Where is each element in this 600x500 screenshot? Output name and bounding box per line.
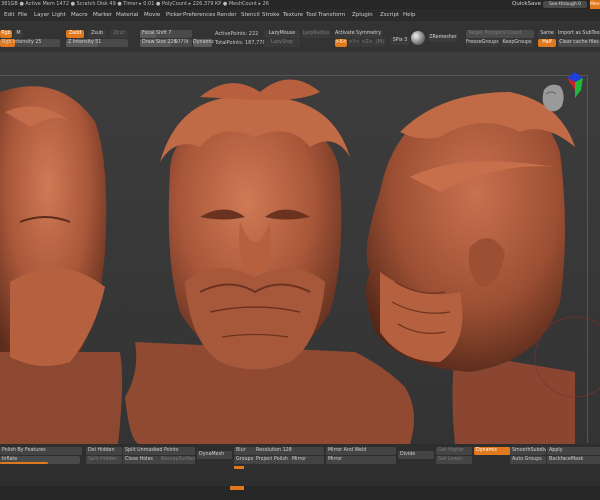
zadd-button[interactable]: Zadd [66, 30, 84, 38]
symmetry-x-button[interactable]: >X< [335, 39, 347, 47]
menu-macro[interactable]: Macro [71, 12, 88, 18]
get-higher-button[interactable]: Get Higher [436, 447, 472, 455]
clear-cache-button[interactable]: Clear cache files [558, 39, 600, 47]
menu-material[interactable]: Material [116, 12, 138, 18]
menu-tool[interactable]: Tool [306, 12, 317, 18]
lazystep-slider[interactable]: LazyStep [264, 39, 300, 47]
menu-edit[interactable]: Edit [4, 12, 15, 18]
split-hidden-button[interactable]: Split Hidden [86, 456, 122, 464]
keep-groups-button[interactable]: KeepGroups [501, 39, 533, 47]
split-unmasked-button[interactable]: Split Unmasked Points [123, 447, 195, 455]
spix-slider[interactable]: SPix 3 [390, 37, 410, 45]
menu-file[interactable]: File [18, 12, 27, 18]
backface-mask-button[interactable]: BackfaceMask [547, 456, 600, 464]
mirror-button[interactable]: Mirror [326, 456, 396, 464]
quicksave-button[interactable]: QuickSave [512, 1, 541, 7]
z-intensity-slider[interactable]: Z Intensity 51 [66, 39, 128, 47]
axis-gizmo-icon[interactable] [566, 72, 584, 100]
menus-button[interactable]: Menus [590, 0, 600, 9]
inflate-slider[interactable]: Inflate [0, 456, 80, 464]
project-button[interactable]: Project [254, 456, 272, 464]
symmetry-y-button[interactable]: >Y< [348, 39, 360, 47]
target-polygons-slider[interactable]: Target Polygons Count [466, 30, 534, 38]
resnap-surface-button[interactable]: ResnapSurface [159, 456, 195, 464]
lazymouse-button[interactable]: LazyMouse [264, 30, 300, 38]
active-points: ActivePoints: 222 [215, 31, 259, 37]
symmetry-m-button[interactable]: (M) [374, 39, 386, 47]
del-hidden-button[interactable]: Del Hidden [86, 447, 122, 455]
menu-preferences[interactable]: Preferences [183, 12, 215, 18]
menu-help[interactable]: Help [403, 12, 416, 18]
menu-zplugin[interactable]: Zplugin [352, 12, 373, 18]
auto-groups-button[interactable]: Auto Groups [510, 456, 546, 464]
groups-button[interactable]: Groups [234, 456, 254, 464]
material-sphere-icon[interactable] [411, 31, 425, 45]
status-bar: 381GB ● Active Mem 1472 ● Scratch Disk 4… [0, 0, 600, 9]
zsub-button[interactable]: Zsub [88, 30, 106, 38]
apply-button[interactable]: Apply [547, 447, 600, 455]
draw-size-extra: 87774 [175, 40, 189, 45]
menu-picker[interactable]: Picker [166, 12, 182, 18]
lazyradius-slider[interactable]: LazyRadius [302, 30, 330, 38]
canvas-viewport[interactable] [0, 52, 600, 444]
scroll-handle[interactable] [230, 486, 244, 490]
zremesher-button[interactable]: ZRemesher [428, 34, 458, 42]
activate-symmetry-button[interactable]: Activate Symmetry [335, 30, 383, 38]
menu-movie[interactable]: Movie [144, 12, 160, 18]
rgb-button[interactable]: Rgb [0, 30, 12, 38]
import-subtool-button[interactable]: Import as SubTool [558, 30, 600, 38]
polish-button[interactable]: Polish [272, 456, 290, 464]
left-head [0, 86, 123, 444]
menu-bar: Edit File Layer Light Macro Marker Material Mov… [0, 9, 600, 21]
menu-stroke[interactable]: Stroke [262, 12, 280, 18]
menu-zscript[interactable]: Zscript [380, 12, 399, 18]
close-holes-button[interactable]: Close Holes [123, 456, 159, 464]
menu-transform[interactable]: Transform [318, 12, 345, 18]
divide-button[interactable]: Divide [398, 451, 434, 459]
mirror-dynamesh-button[interactable]: Mirror [290, 456, 324, 464]
menu-render[interactable]: Render [217, 12, 237, 18]
rgb-intensity-slider[interactable]: Rgb Intensity 25 [0, 39, 60, 47]
bottom-scroll-strip [0, 486, 600, 500]
polish-features-button[interactable]: Polish By Features [0, 447, 82, 455]
smooth-subdiv-button[interactable]: SmoothSubdiv [510, 447, 546, 455]
total-points: TotalPoints: 187,770 [215, 40, 266, 46]
resolution-slider[interactable]: Resolution 128 [254, 447, 324, 455]
top-toolbar: Rgb M Rgb Intensity 25 Zadd Zsub Zcut Z … [0, 21, 600, 52]
get-lower-button[interactable]: Get Lower [436, 456, 472, 464]
dynamic-button[interactable]: Dynamic [193, 39, 214, 47]
sculpt-render [0, 79, 600, 444]
mirror-and-weld-button[interactable]: Mirror And Weld [326, 447, 396, 455]
focal-shift-slider[interactable]: Focal Shift 7 [140, 30, 192, 38]
menu-texture[interactable]: Texture [283, 12, 303, 18]
half-button[interactable]: Half [538, 39, 556, 47]
same-button[interactable]: Same [538, 30, 556, 38]
dynamic-subdiv-button[interactable]: Dynamic [474, 447, 510, 455]
see-through-slider[interactable]: See-through 0 [543, 1, 587, 8]
blur-indicator [234, 466, 244, 469]
menu-light[interactable]: Light [52, 12, 66, 18]
symmetry-z-button[interactable]: >Z< [361, 39, 373, 47]
freeze-groups-button[interactable]: FreezeGroups [466, 39, 499, 47]
dynamesh-button[interactable]: DynaMesh [197, 451, 232, 459]
menu-stencil[interactable]: Stencil [241, 12, 260, 18]
zcut-button[interactable]: Zcut [110, 30, 128, 38]
blur-slider[interactable]: Blur [234, 447, 254, 455]
menu-layer[interactable]: Layer [34, 12, 49, 18]
m-button[interactable]: M [14, 30, 23, 38]
menu-marker[interactable]: Marker [93, 12, 112, 18]
status-text: 381GB ● Active Mem 1472 ● Scratch Disk 4… [1, 1, 269, 7]
